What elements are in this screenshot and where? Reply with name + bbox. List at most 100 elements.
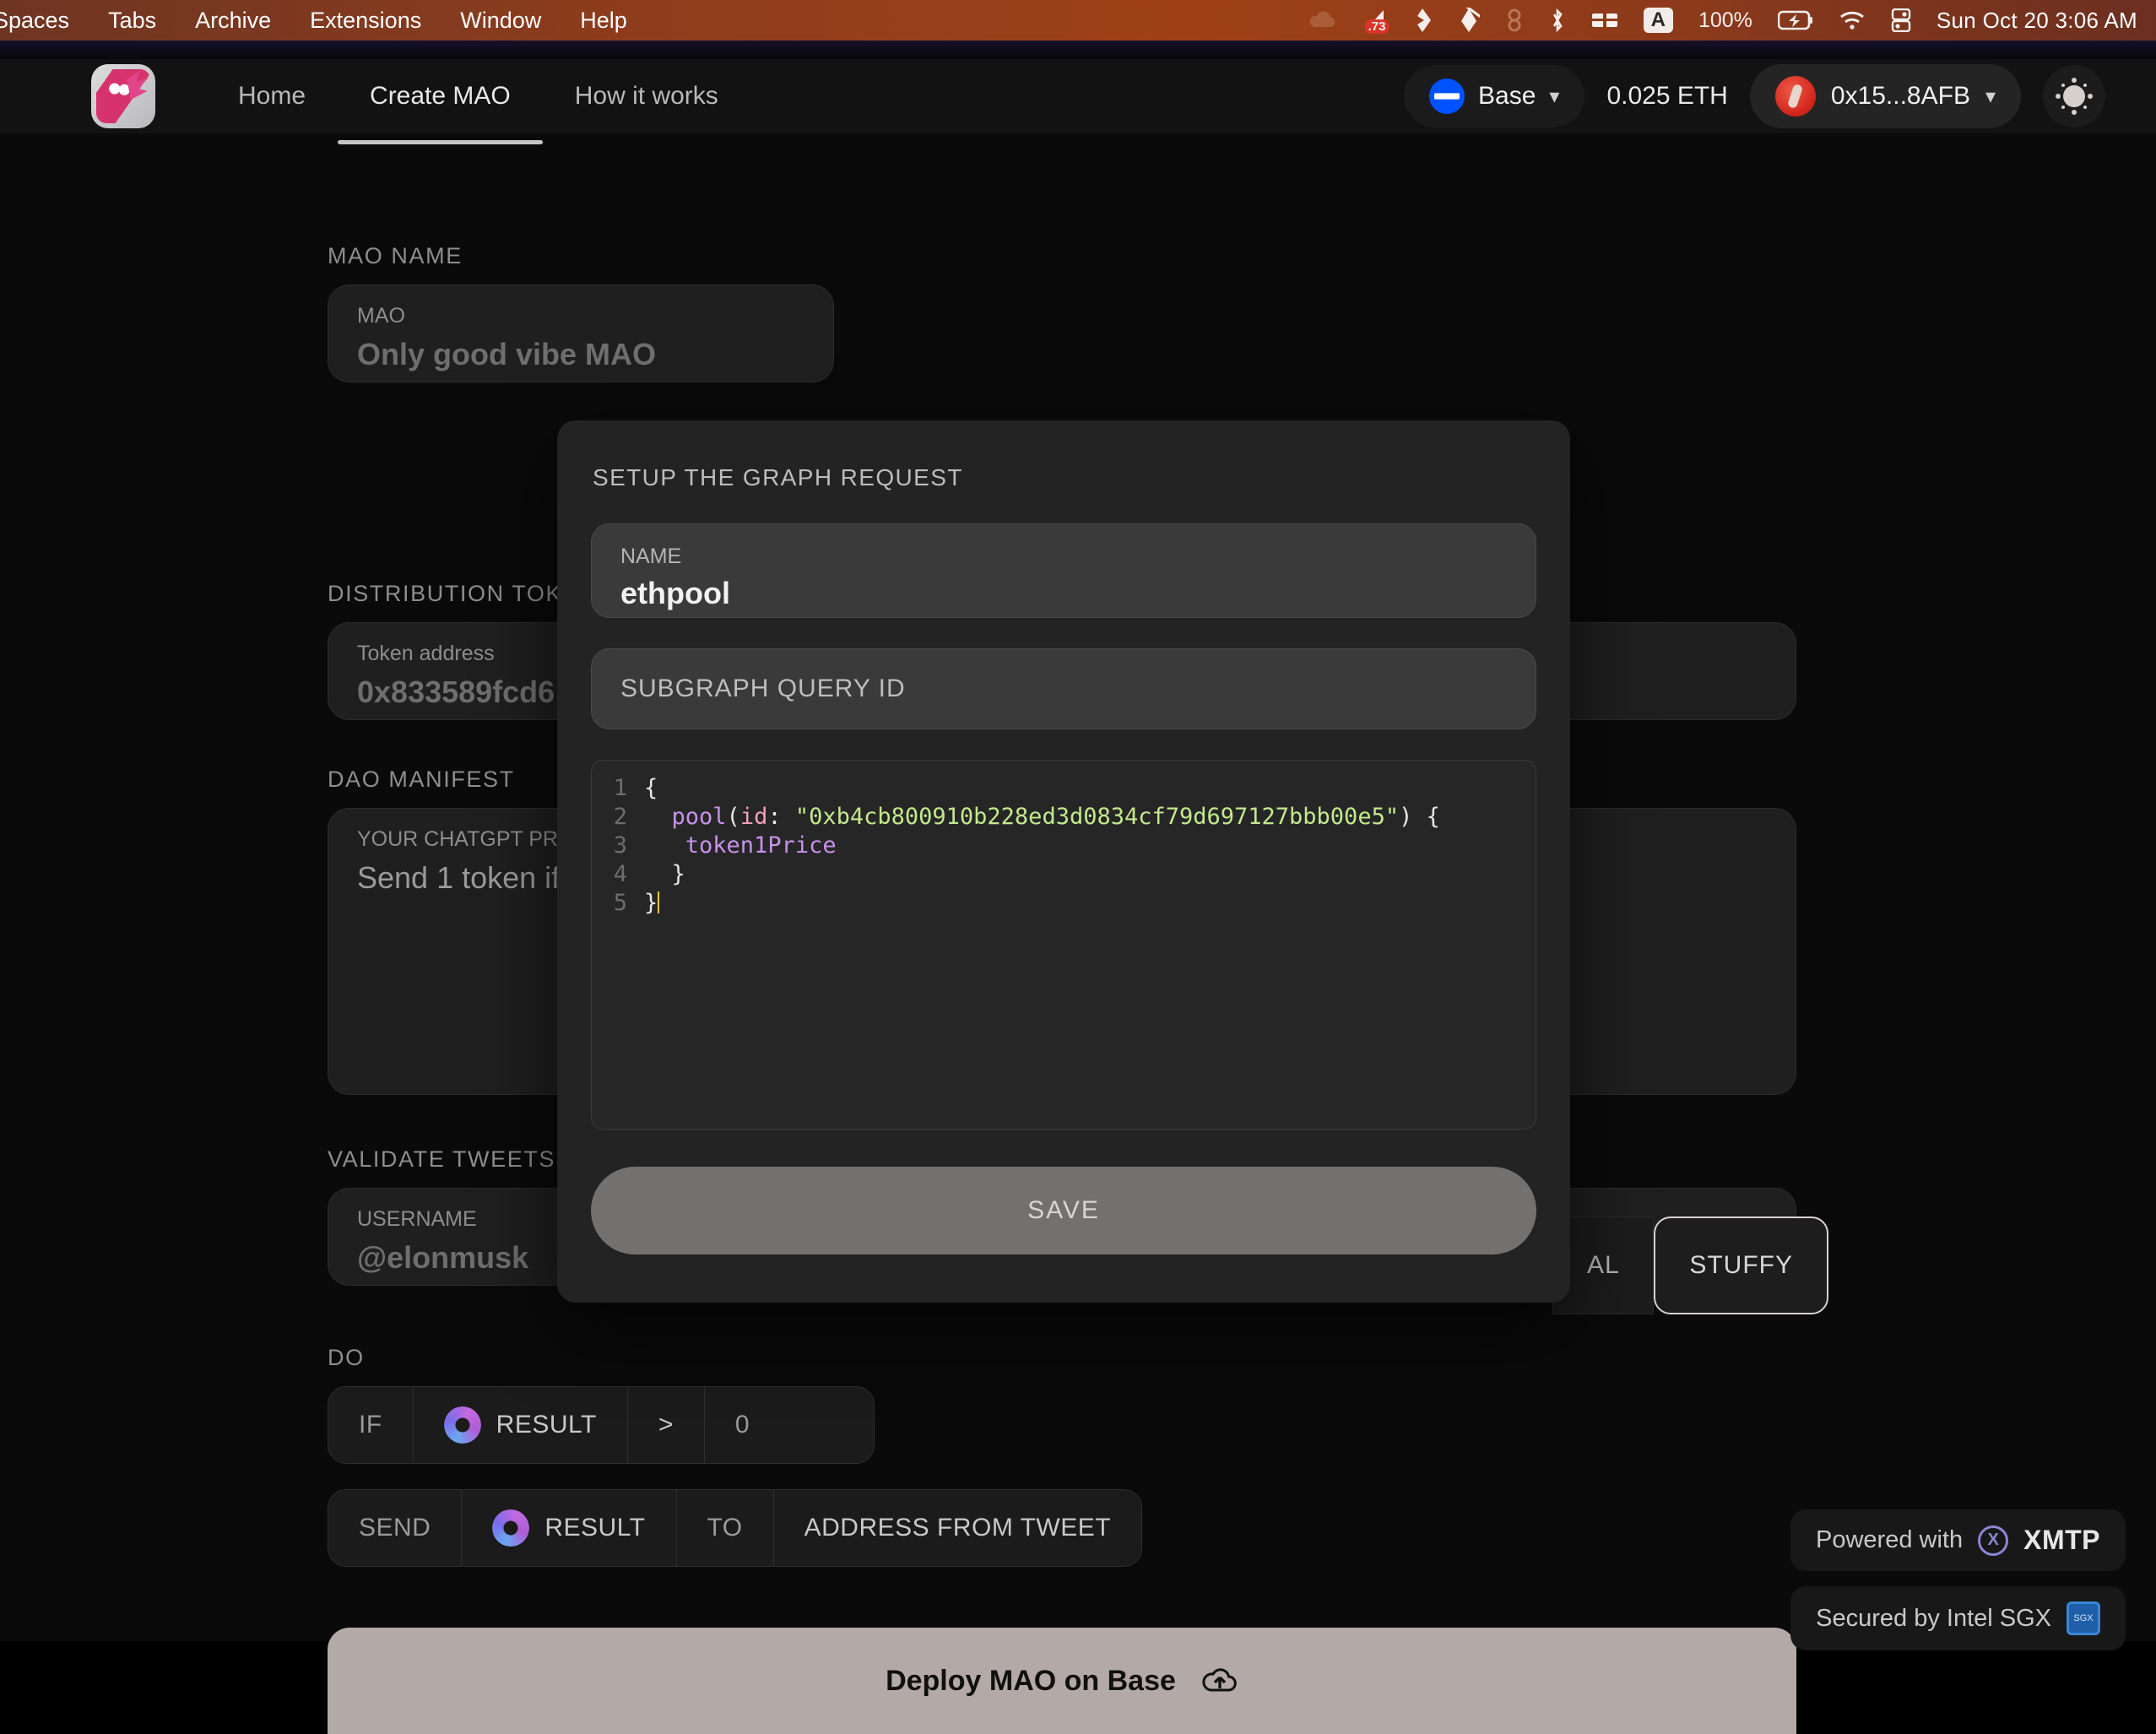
deploy-mao-button[interactable]: Deploy MAO on Base: [328, 1628, 1796, 1734]
menu-item-window[interactable]: Window: [460, 8, 541, 34]
wifi-icon[interactable]: [1839, 10, 1866, 30]
account-button[interactable]: 0x15...8AFB ▾: [1749, 64, 2021, 128]
nav-item-how-it-works[interactable]: How it works: [543, 63, 750, 129]
chain-selector[interactable]: Base ▾: [1404, 65, 1585, 127]
menu-item-tabs[interactable]: Tabs: [108, 8, 156, 34]
code-text: token1Price: [685, 832, 837, 859]
account-address-label: 0x15...8AFB: [1830, 82, 1970, 110]
app-page: Home Create MAO How it works Base ▾ 0.02…: [0, 41, 2156, 1734]
rule-row-if: IF RESULT > 0: [328, 1386, 875, 1464]
chart-badge-icon[interactable]: .73: [1362, 8, 1389, 34]
menu-item-help[interactable]: Help: [580, 8, 627, 34]
line-number: 2: [613, 804, 627, 830]
text-cursor: [658, 891, 660, 913]
infinity-icon[interactable]: [1505, 8, 1524, 33]
main-navigation: Home Create MAO How it works: [206, 63, 750, 144]
theme-toggle-button[interactable]: [2043, 65, 2105, 127]
code-text: {: [644, 775, 658, 801]
modal-name-label: NAME: [620, 545, 682, 568]
menu-bar-items: Spaces Tabs Archive Extensions Window He…: [0, 8, 627, 34]
rule-source-label: RESULT: [496, 1411, 597, 1439]
code-line: 1{: [592, 774, 1536, 803]
subgraph-query-id-placeholder: SUBGRAPH QUERY ID: [620, 675, 906, 702]
rule-keyword-send: SEND: [328, 1490, 463, 1566]
footer-badges: Powered with X XMTP Secured by Intel SGX…: [1790, 1509, 2126, 1650]
code-line: 5}: [592, 889, 1536, 918]
badge-xmtp-word: XMTP: [2023, 1525, 2100, 1555]
code-line: 2 pool(id: "0xb4cb800910b228ed3d0834cf79…: [592, 803, 1536, 832]
app-header: Home Create MAO How it works Base ▾ 0.02…: [0, 59, 2156, 144]
tone-selector-group: AL STUFFY: [1552, 1217, 1828, 1314]
deploy-button-label: Deploy MAO on Base: [886, 1664, 1176, 1697]
cloud-icon[interactable]: [1308, 10, 1336, 30]
menu-item-extensions[interactable]: Extensions: [310, 8, 421, 34]
intel-sgx-chip-icon: SGX: [2067, 1601, 2100, 1635]
modal-name-value: ethpool: [620, 576, 730, 610]
mao-name-value: Only good vibe MAO: [357, 337, 657, 371]
badge-xmtp-prefix: Powered with: [1816, 1526, 1964, 1553]
openai-icon: [443, 1406, 481, 1444]
line-number: 4: [613, 861, 627, 887]
mao-logo-icon[interactable]: [91, 64, 155, 128]
bed-icon[interactable]: [1591, 10, 1618, 30]
wallet-balance: 0.025 ETH: [1606, 82, 1728, 110]
browser-chrome-strip: [0, 41, 2156, 59]
code-line: 3 token1Price: [592, 832, 1536, 860]
save-button[interactable]: SAVE: [591, 1167, 1536, 1254]
menu-item-archive[interactable]: Archive: [195, 8, 271, 34]
battery-charging-icon[interactable]: [1777, 10, 1813, 30]
openai-icon: [492, 1509, 530, 1547]
nav-item-create-mao[interactable]: Create MAO: [338, 63, 543, 144]
setup-graph-request-modal: SETUP THE GRAPH REQUEST NAME ethpool SUB…: [557, 420, 1570, 1303]
section-label-mao-name: MAO NAME: [328, 243, 463, 268]
rule-send-source-label: RESULT: [544, 1514, 646, 1542]
avatar: [1774, 76, 1816, 117]
rule-threshold-value[interactable]: 0: [705, 1387, 874, 1463]
modal-title: SETUP THE GRAPH REQUEST: [593, 464, 963, 490]
code-line: 4 }: [592, 860, 1536, 889]
badge-sgx-prefix: Secured by Intel SGX: [1816, 1604, 2051, 1632]
input-source-icon[interactable]: A: [1643, 8, 1673, 33]
line-number: 5: [613, 890, 627, 916]
modal-name-input[interactable]: NAME ethpool: [591, 523, 1536, 618]
menu-bar-clock[interactable]: Sun Oct 20 3:06 AM: [1937, 8, 2137, 34]
battery-percent-label: 100%: [1698, 8, 1752, 32]
subgraph-query-id-input[interactable]: SUBGRAPH QUERY ID: [591, 648, 1536, 729]
menu-item-spaces[interactable]: Spaces: [0, 8, 69, 34]
pocket-icon[interactable]: [1412, 8, 1433, 33]
rule-preposition-to: TO: [677, 1490, 774, 1566]
code-text: pool(id: "0xb4cb800910b228ed3d0834cf79d6…: [671, 804, 1440, 830]
chevron-down-icon: ▾: [1985, 84, 1996, 108]
graphql-code-editor[interactable]: 1{2 pool(id: "0xb4cb800910b228ed3d0834cf…: [591, 760, 1536, 1130]
sun-icon: [2063, 85, 2085, 107]
tone-option-stuffy[interactable]: STUFFY: [1654, 1217, 1828, 1314]
rule-send-target[interactable]: ADDRESS FROM TWEET: [774, 1490, 1141, 1566]
code-text: }: [644, 890, 660, 916]
chain-name-label: Base: [1478, 82, 1536, 110]
bell-slash-icon[interactable]: [1458, 8, 1480, 33]
rule-operator[interactable]: >: [628, 1387, 705, 1463]
badge-xmtp: Powered with X XMTP: [1790, 1509, 2126, 1571]
section-label-do: DO: [328, 1345, 365, 1370]
line-number: 3: [613, 832, 627, 859]
block-mao-name: MAO NAME MAO Only good vibe MAO: [0, 243, 2156, 382]
cloud-upload-icon: [1201, 1666, 1238, 1695]
notification-badge: .73: [1364, 19, 1389, 34]
nav-item-home[interactable]: Home: [206, 63, 338, 129]
menu-bar-status-items: .73 A 100% Sun Oct 20 3:06 AM: [1308, 8, 2156, 34]
macos-menu-bar: Spaces Tabs Archive Extensions Window He…: [0, 0, 2156, 41]
chevron-down-icon: ▾: [1549, 84, 1560, 108]
bluetooth-icon[interactable]: [1549, 8, 1566, 33]
line-number: 1: [613, 775, 627, 801]
rule-send-source-result[interactable]: RESULT: [462, 1490, 677, 1566]
xmtp-icon: X: [1978, 1525, 2009, 1556]
rule-keyword-if: IF: [328, 1387, 414, 1463]
header-right-cluster: Base ▾ 0.025 ETH 0x15...8AFB ▾: [1404, 64, 2105, 128]
code-text: }: [644, 861, 685, 887]
mao-name-field-label: MAO: [357, 304, 405, 328]
control-center-icon[interactable]: [1891, 8, 1911, 32]
base-chain-icon: [1429, 79, 1465, 114]
rule-row-send: SEND RESULT TO ADDRESS FROM TWEET: [328, 1489, 1143, 1567]
rule-source-result[interactable]: RESULT: [414, 1387, 628, 1463]
mao-name-input[interactable]: MAO Only good vibe MAO: [328, 284, 834, 382]
